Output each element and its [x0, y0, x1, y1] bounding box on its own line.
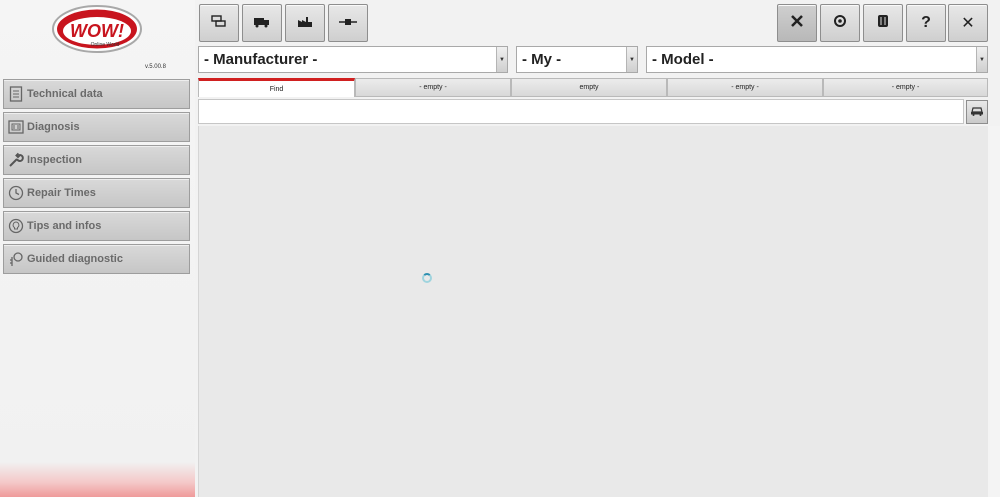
key-search-icon — [7, 250, 25, 268]
svg-text:WOW!: WOW! — [70, 21, 124, 41]
sidebar-item-label: Diagnosis — [27, 121, 80, 133]
lightbulb-icon — [7, 217, 25, 235]
chevron-down-icon: ▼ — [626, 47, 637, 72]
connector-icon — [339, 14, 357, 32]
factory-icon — [297, 14, 313, 33]
chevron-down-icon: ▼ — [496, 47, 507, 72]
tab-empty-3[interactable]: - empty - — [667, 78, 823, 97]
vehicle-search-button[interactable] — [966, 100, 988, 124]
sidebar-item-tips-and-infos[interactable]: Tips and infos — [3, 211, 190, 241]
clock-icon — [7, 184, 25, 202]
right-margin — [988, 126, 1000, 497]
content-area — [198, 126, 989, 497]
left-panel: WOW! Online World v.5.00.8 Technical dat… — [0, 0, 195, 497]
tab-find[interactable]: Find — [198, 78, 355, 97]
diagnosis-icon — [7, 118, 25, 136]
tab-empty-2[interactable]: empty — [511, 78, 667, 97]
sidebar-item-guided-diagnostic[interactable]: Guided diagnostic — [3, 244, 190, 274]
version-label: v.5.00.8 — [145, 64, 166, 70]
tab-empty-4[interactable]: - empty - — [823, 78, 988, 97]
manufacturer-select-value: - Manufacturer - — [204, 51, 318, 68]
search-field[interactable] — [198, 99, 964, 124]
help-button[interactable]: ? — [906, 4, 946, 42]
tools-button[interactable] — [777, 4, 817, 42]
vehicles-icon — [211, 14, 227, 33]
tab-empty-1[interactable]: - empty - — [355, 78, 511, 97]
document-icon — [7, 85, 25, 103]
connector-button[interactable] — [328, 4, 368, 42]
truck-button[interactable] — [242, 4, 282, 42]
factory-button[interactable] — [285, 4, 325, 42]
database-button[interactable] — [863, 4, 903, 42]
tools-icon — [790, 14, 804, 33]
sidebar-item-diagnosis[interactable]: Diagnosis — [3, 112, 190, 142]
sidebar-item-repair-times[interactable]: Repair Times — [3, 178, 190, 208]
sidebar-item-label: Inspection — [27, 154, 83, 166]
sidebar-item-inspection[interactable]: Inspection — [3, 145, 190, 175]
car-icon — [970, 103, 984, 121]
database-icon — [877, 13, 889, 34]
vehicles-button[interactable] — [199, 4, 239, 42]
model-select-value: - Model - — [652, 51, 714, 68]
sidebar-item-label: Guided diagnostic — [27, 253, 123, 265]
loading-spinner-icon — [422, 273, 432, 283]
close-button[interactable]: ✕ — [948, 4, 988, 42]
truck-icon — [253, 14, 271, 33]
sidebar-item-technical-data[interactable]: Technical data — [3, 79, 190, 109]
sidebar-item-label: Tips and infos — [27, 220, 102, 232]
wow-logo: WOW! Online World — [50, 4, 145, 56]
my-select[interactable]: - My - ▼ — [516, 46, 638, 73]
settings-button[interactable] — [820, 4, 860, 42]
manufacturer-select[interactable]: - Manufacturer - ▼ — [198, 46, 508, 73]
model-select[interactable]: - Model - ▼ — [646, 46, 988, 73]
help-icon: ? — [921, 14, 931, 31]
sidebar-item-label: Technical data — [27, 88, 103, 100]
svg-text:Online World: Online World — [91, 42, 120, 48]
my-select-value: - My - — [522, 51, 562, 68]
settings-icon — [833, 14, 847, 33]
close-icon: ✕ — [961, 15, 975, 32]
wrench-icon — [7, 151, 25, 169]
sidebar-item-label: Repair Times — [27, 187, 96, 199]
chevron-down-icon: ▼ — [976, 47, 987, 72]
search-input[interactable] — [199, 100, 963, 123]
